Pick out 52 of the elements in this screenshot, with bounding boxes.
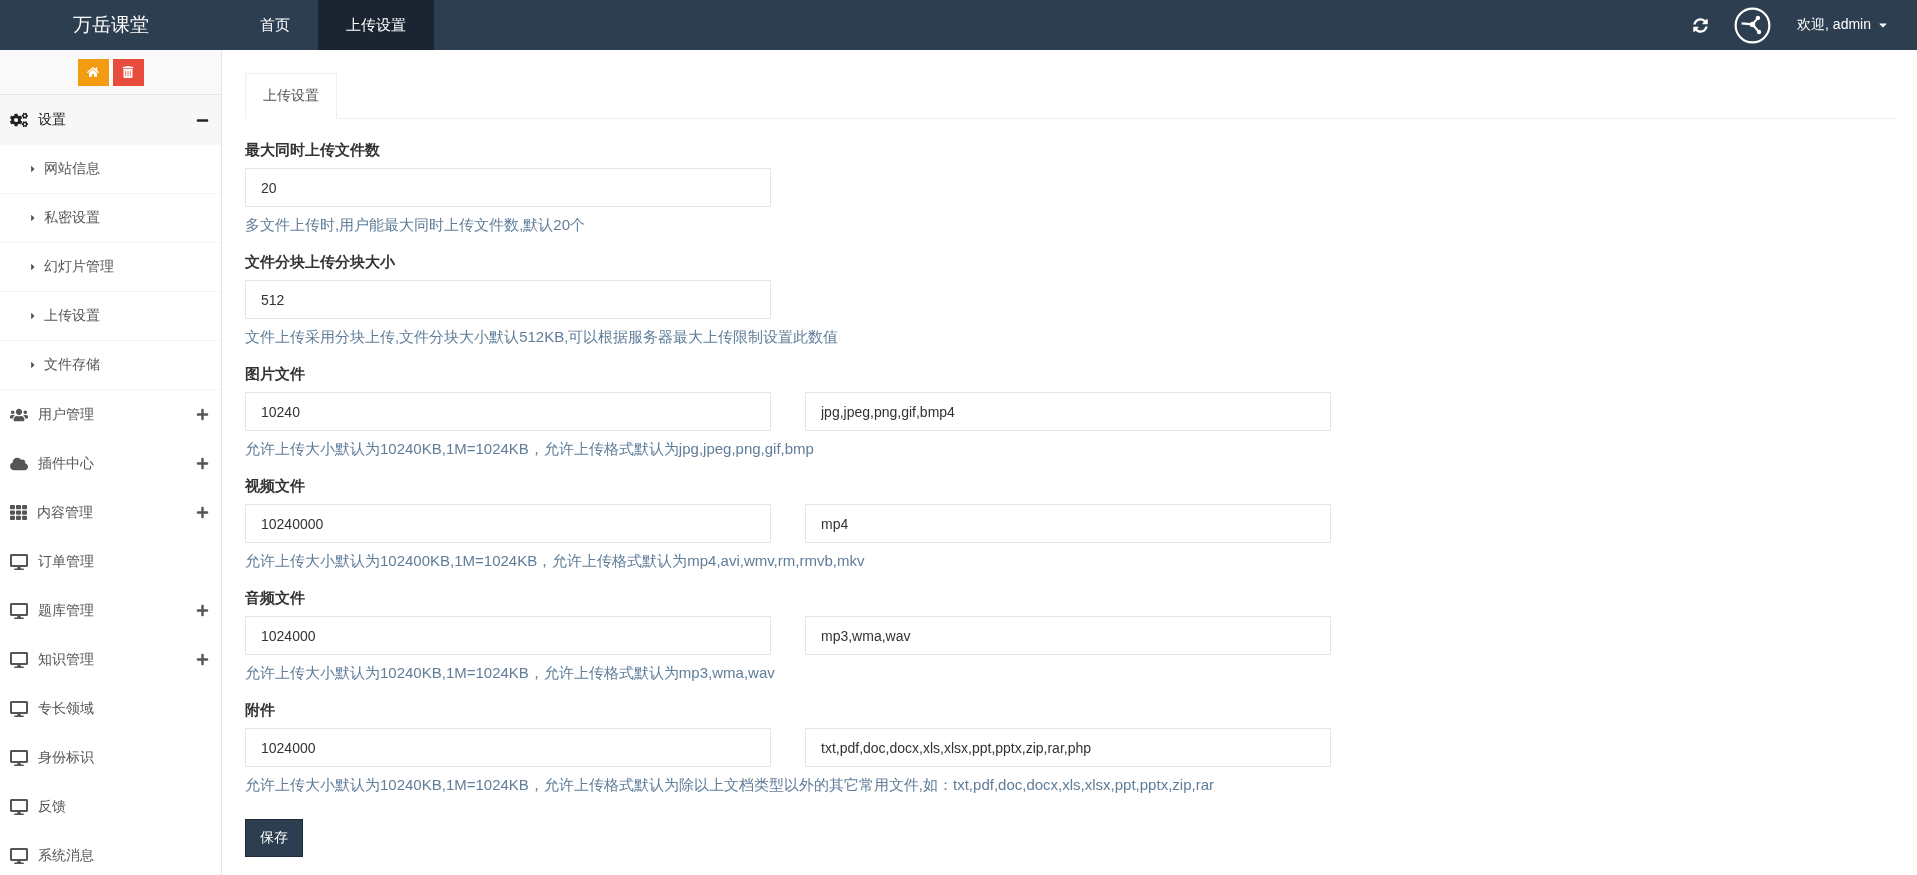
- input-field[interactable]: 10240000: [245, 504, 771, 543]
- monitor-icon: [10, 650, 28, 669]
- gears-icon: [10, 111, 28, 129]
- brand-title: 万岳课堂: [72, 13, 150, 37]
- sidebar-subitem[interactable]: 上传设置: [0, 292, 221, 341]
- user-menu[interactable]: 欢迎, admin: [1797, 16, 1889, 34]
- help-text: 多文件上传时,用户能最大同时上传文件数,默认20个: [245, 216, 587, 235]
- field-label: 图片文件: [245, 365, 306, 384]
- trash-button[interactable]: [112, 58, 144, 86]
- sidebar-subitem[interactable]: 网站信息: [0, 145, 221, 194]
- input-field[interactable]: mp3,wma,wav: [805, 616, 1331, 655]
- refresh-icon[interactable]: [1693, 17, 1709, 33]
- plus-icon: [196, 506, 209, 519]
- input-field[interactable]: 512: [245, 280, 771, 319]
- input-field[interactable]: 1024000: [245, 728, 771, 767]
- monitor-icon: [10, 846, 28, 865]
- avatar-icon[interactable]: [1734, 6, 1772, 44]
- save-button[interactable]: 保存: [245, 819, 303, 857]
- monitor-icon: [10, 601, 28, 620]
- help-text: 允许上传大小默认为10240KB,1M=1024KB，允许上传格式默认为mp3,wma,wav: [245, 664, 776, 683]
- field-label: 音频文件: [245, 589, 306, 608]
- tab[interactable]: 上传设置: [245, 73, 337, 119]
- input-field[interactable]: mp4: [805, 504, 1331, 543]
- help-text: 文件上传采用分块上传,文件分块大小默认512KB,可以根据服务器最大上传限制设置此数值: [245, 328, 840, 347]
- field-label: 附件: [245, 701, 276, 720]
- plus-icon: [196, 653, 209, 666]
- input-field[interactable]: jpg,jpeg,png,gif,bmp4: [805, 392, 1331, 431]
- field-label: 最大同时上传文件数: [245, 141, 381, 160]
- input-field[interactable]: txt,pdf,doc,docx,xls,xlsx,ppt,pptx,zip,rar,php: [805, 728, 1331, 767]
- sidebar-item[interactable]: 设置: [0, 95, 221, 145]
- sidebar-subitem[interactable]: 幻灯片管理: [0, 243, 221, 292]
- monitor-icon: [10, 699, 28, 718]
- input-field[interactable]: 10240: [245, 392, 771, 431]
- monitor-icon: [10, 797, 28, 816]
- plus-icon: [196, 457, 209, 470]
- plus-icon: [196, 604, 209, 617]
- help-text: 允许上传大小默认为10240KB,1M=1024KB，允许上传格式默认为除以上文档类型以外的其它常用文件,如：txt,pdf,doc,docx,xls,xlsx,ppt,pptx,zip,rar: [245, 776, 1215, 795]
- monitor-icon: [10, 748, 28, 767]
- sidebar-subitem[interactable]: 私密设置: [0, 194, 221, 243]
- trash-icon: [122, 66, 134, 78]
- field-label: 文件分块上传分块大小: [245, 253, 396, 272]
- monitor-icon: [10, 552, 28, 571]
- input-field[interactable]: 1024000: [245, 616, 771, 655]
- nav-tab[interactable]: 上传设置: [318, 0, 434, 50]
- input-field[interactable]: 20: [245, 168, 771, 207]
- field-label: 视频文件: [245, 477, 306, 496]
- plus-icon: [196, 408, 209, 421]
- grid-icon: [10, 504, 27, 521]
- nav-tab[interactable]: 首页: [232, 0, 318, 50]
- home-icon: [87, 66, 99, 78]
- help-text: 允许上传大小默认为10240KB,1M=1024KB，允许上传格式默认为jpg,jpeg,png,gif,bmp: [245, 440, 815, 459]
- help-text: 允许上传大小默认为102400KB,1M=1024KB，允许上传格式默认为mp4,avi,wmv,rm,rmvb,mkv: [245, 552, 866, 571]
